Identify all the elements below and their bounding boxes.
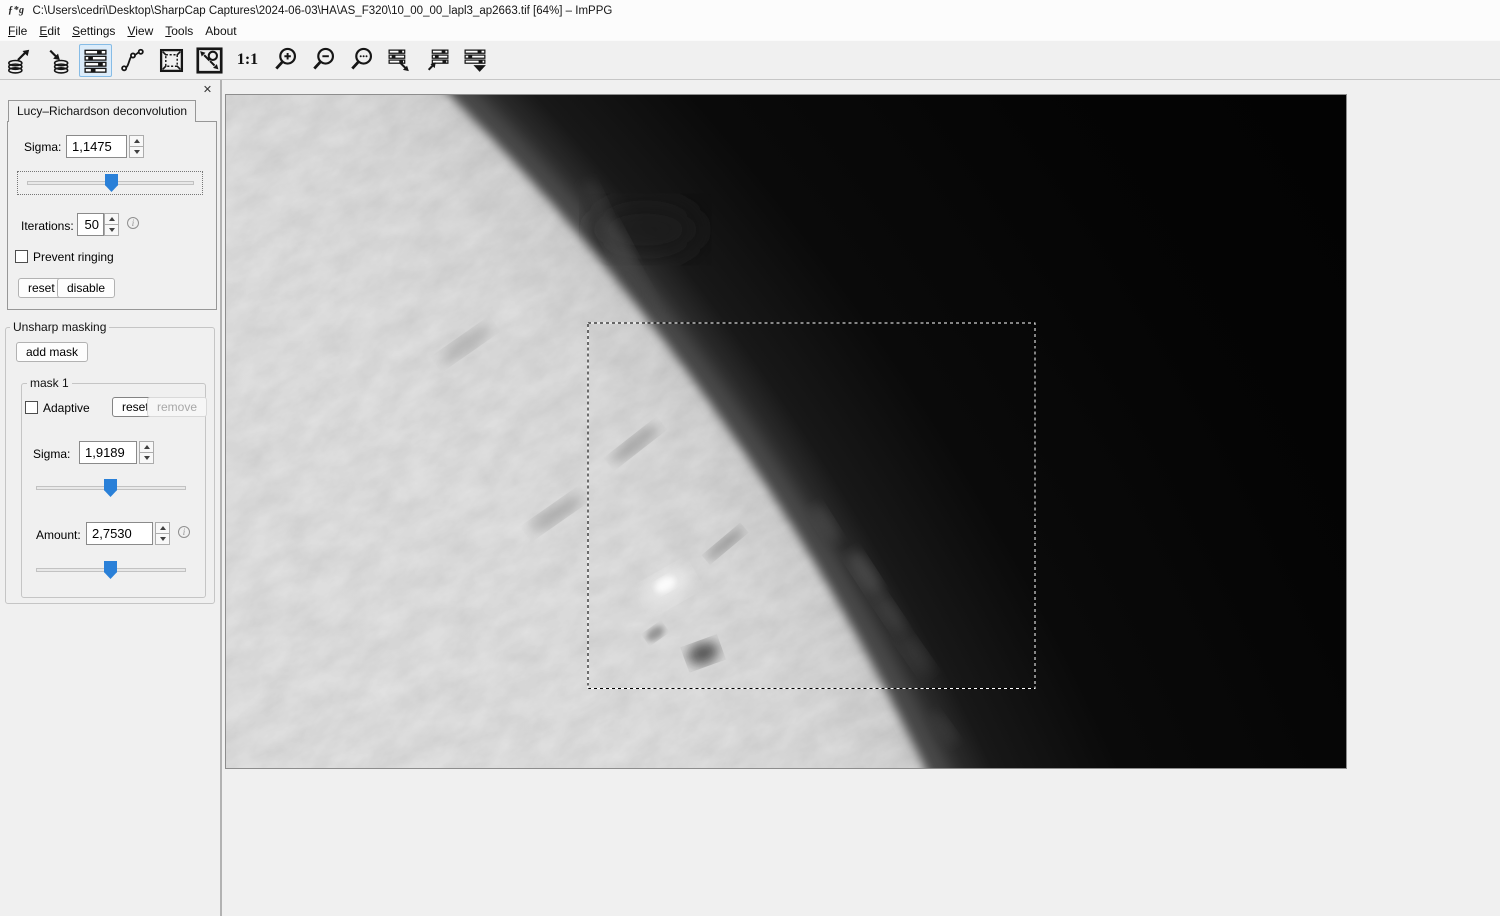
zoom-in-button[interactable] [269, 44, 302, 77]
amount-spinner [155, 522, 170, 545]
info-icon: i [127, 217, 139, 229]
export-processing-settings-button[interactable] [383, 44, 416, 77]
zoom-custom-button[interactable] [345, 44, 378, 77]
mask-sigma-spin-up[interactable] [139, 441, 154, 453]
processing-settings-menu-button[interactable] [459, 44, 492, 77]
add-mask-button[interactable]: add mask [16, 342, 89, 362]
lr-sigma-spin-up[interactable] [129, 135, 144, 147]
app-icon: ƒ*g [8, 5, 25, 16]
info-icon: i [178, 526, 190, 538]
chevron-down-icon [473, 64, 486, 72]
chevron-up-icon [143, 445, 150, 449]
menu-tools[interactable]: Tools [159, 23, 199, 39]
lr-disable-button[interactable]: disable [57, 278, 116, 298]
menu-bar: File Edit Settings View Tools About [0, 21, 1500, 40]
mask-sigma-input[interactable] [79, 441, 137, 464]
fit-to-window-button[interactable] [193, 44, 226, 77]
chevron-down-icon [133, 150, 140, 154]
export-settings-icon [388, 48, 409, 71]
save-image-button[interactable] [41, 44, 74, 77]
chevron-up-icon [159, 526, 166, 530]
processing-panel: ✕ Lucy–Richardson deconvolution Sigma: I… [0, 80, 222, 916]
chevron-down-icon [143, 456, 150, 460]
fit-to-window-icon [196, 46, 223, 74]
amount-spin-up[interactable] [155, 522, 170, 534]
iterations-spin-up[interactable] [104, 213, 119, 225]
load-image-icon [8, 49, 30, 74]
mask-sigma-spin-down[interactable] [139, 453, 154, 464]
zoom-100-label: 1:1 [236, 51, 259, 68]
iterations-input[interactable] [77, 213, 104, 236]
main-area: ✕ Lucy–Richardson deconvolution Sigma: I… [0, 80, 1500, 916]
title-bar: ƒ*g C:\Users\cedri\Desktop\SharpCap Capt… [0, 0, 1500, 21]
image-canvas[interactable] [222, 80, 1500, 916]
adaptive-label: Adaptive [43, 401, 90, 415]
settings-menu-icon [464, 48, 486, 72]
amount-input[interactable] [86, 522, 153, 545]
chevron-up-icon [108, 217, 115, 221]
iterations-spin-down[interactable] [104, 225, 119, 236]
mask-sigma-spinner [139, 441, 154, 464]
select-area-button[interactable] [155, 44, 188, 77]
toggle-processing-panel-button[interactable] [79, 43, 112, 77]
adaptive-checkbox[interactable] [25, 401, 38, 414]
solar-image[interactable] [225, 94, 1347, 769]
save-image-icon [49, 49, 69, 74]
lr-sigma-input[interactable] [66, 135, 127, 158]
chevron-down-icon [108, 228, 115, 232]
zoom-out-button[interactable] [307, 44, 340, 77]
toolbar: 1:1 [0, 40, 1500, 80]
tone-curve-button[interactable] [117, 44, 150, 77]
tab-lucy-richardson[interactable]: Lucy–Richardson deconvolution [8, 100, 197, 122]
mask-remove-button[interactable]: remove [147, 397, 208, 417]
menu-view[interactable]: View [121, 23, 159, 39]
chevron-down-icon [159, 537, 166, 541]
unsharp-masking-title: Unsharp masking [10, 320, 110, 334]
amount-spin-down[interactable] [155, 534, 170, 545]
zoom-out-icon [312, 47, 334, 70]
prevent-ringing-checkbox[interactable] [15, 250, 28, 263]
iterations-label: Iterations: [21, 219, 74, 233]
prevent-ringing-label: Prevent ringing [33, 250, 114, 264]
tone-curve-icon [121, 48, 144, 71]
zoom-custom-icon [350, 47, 372, 70]
chevron-up-icon [133, 139, 140, 143]
zoom-in-icon [274, 47, 296, 70]
mask-sigma-label: Sigma: [33, 447, 71, 461]
amount-label: Amount: [36, 528, 81, 542]
lr-sigma-spin-down[interactable] [129, 147, 144, 158]
select-area-icon [159, 48, 184, 72]
lr-sigma-label: Sigma: [24, 140, 62, 154]
menu-about[interactable]: About [199, 23, 242, 39]
menu-settings[interactable]: Settings [66, 23, 121, 39]
panel-close-button[interactable]: ✕ [200, 83, 215, 98]
import-processing-settings-button[interactable] [421, 44, 454, 77]
zoom-100-button[interactable]: 1:1 [231, 44, 264, 77]
mask1-title: mask 1 [27, 376, 72, 390]
iterations-spinner [104, 213, 119, 236]
menu-edit[interactable]: Edit [33, 23, 66, 39]
window-title: C:\Users\cedri\Desktop\SharpCap Captures… [32, 4, 613, 17]
lr-sigma-spinner [129, 135, 144, 158]
load-image-button[interactable] [3, 44, 36, 77]
import-settings-icon [427, 48, 449, 71]
processing-sliders-icon [84, 49, 107, 73]
menu-file[interactable]: File [2, 23, 33, 39]
